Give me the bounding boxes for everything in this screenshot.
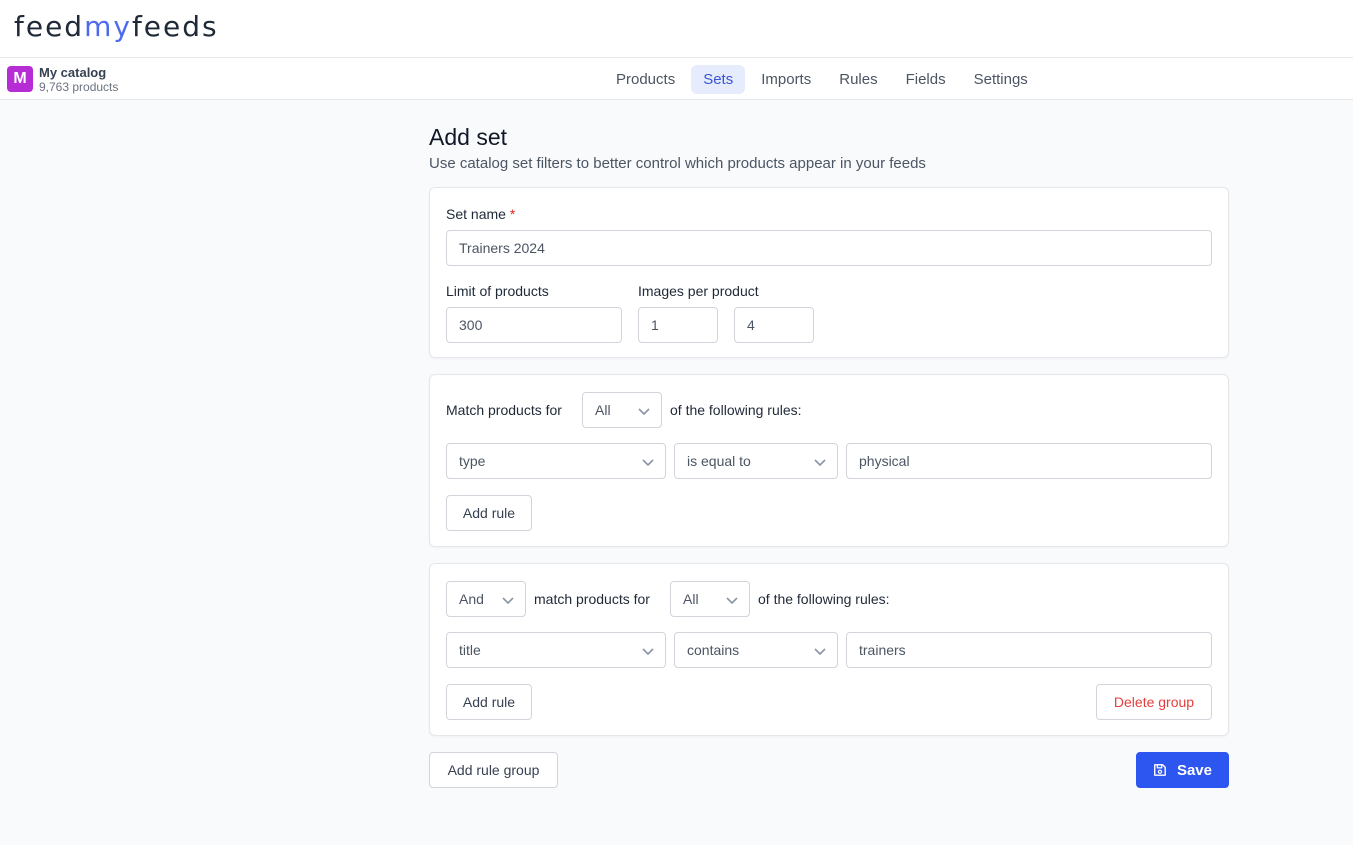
tab-rules[interactable]: Rules — [827, 65, 889, 94]
chevron-down-icon — [814, 459, 826, 467]
rule-operator-value: is equal to — [687, 453, 751, 469]
catalog-nav: M My catalog 9,763 products Products Set… — [0, 58, 1353, 100]
limit-input[interactable] — [446, 307, 622, 343]
match-suffix-text: of the following rules: — [758, 591, 890, 607]
catalog-name[interactable]: My catalog — [39, 65, 106, 80]
match-mode-select[interactable]: All — [670, 581, 750, 617]
set-name-label: Set name * — [446, 206, 516, 222]
required-mark: * — [509, 206, 516, 222]
chevron-down-icon — [814, 648, 826, 656]
delete-group-button[interactable]: Delete group — [1096, 684, 1212, 720]
images-max-input[interactable] — [734, 307, 814, 343]
match-prefix-text: match products for — [534, 591, 650, 607]
images-min-input[interactable] — [638, 307, 718, 343]
limit-label: Limit of products — [446, 283, 549, 299]
tab-imports[interactable]: Imports — [749, 65, 823, 94]
rule-operator-value: contains — [687, 642, 740, 658]
catalog-product-count: 9,763 products — [39, 80, 119, 94]
chevron-down-icon — [642, 459, 654, 467]
conjunction-value: And — [459, 591, 484, 607]
rule-group-1: Match products for All of the following … — [429, 374, 1229, 547]
add-rule-group-button[interactable]: Add rule group — [429, 752, 558, 788]
save-label: Save — [1176, 761, 1212, 779]
rule-group-2: And match products for All of the follow… — [429, 563, 1229, 736]
rule-field-select[interactable]: type — [446, 443, 666, 479]
match-mode-value: All — [683, 591, 699, 607]
images-per-product-label: Images per product — [638, 283, 759, 299]
chevron-down-icon — [638, 408, 650, 416]
match-mode-select[interactable]: All — [582, 392, 662, 428]
rule-value-input[interactable] — [846, 632, 1212, 668]
match-suffix-text: of the following rules: — [670, 402, 802, 418]
add-rule-button[interactable]: Add rule — [446, 495, 532, 531]
match-prefix-text: Match products for — [446, 402, 562, 418]
tab-products[interactable]: Products — [604, 65, 687, 94]
tab-fields[interactable]: Fields — [894, 65, 958, 94]
page-subtitle: Use catalog set filters to better contro… — [429, 155, 926, 172]
rule-field-value: type — [459, 453, 486, 469]
chevron-down-icon — [726, 597, 738, 605]
save-button[interactable]: Save — [1136, 752, 1229, 788]
conjunction-select[interactable]: And — [446, 581, 526, 617]
rule-field-select[interactable]: title — [446, 632, 666, 668]
rule-operator-select[interactable]: contains — [674, 632, 838, 668]
chevron-down-icon — [502, 597, 514, 605]
set-details-card: Set name * Limit of products Images per … — [429, 187, 1229, 358]
rule-value-input[interactable] — [846, 443, 1212, 479]
chevron-down-icon — [642, 648, 654, 656]
set-name-input[interactable] — [446, 230, 1212, 266]
tab-settings[interactable]: Settings — [962, 65, 1040, 94]
rule-field-value: title — [459, 642, 481, 658]
top-bar: feedmyfeeds — [0, 0, 1353, 58]
brand-logo[interactable]: feedmyfeeds — [14, 10, 219, 43]
page-title: Add set — [429, 124, 507, 150]
nav-tabs: Products Sets Imports Rules Fields Setti… — [604, 65, 1040, 94]
add-rule-button[interactable]: Add rule — [446, 684, 532, 720]
catalog-avatar[interactable]: M — [7, 66, 33, 92]
save-icon — [1154, 764, 1166, 776]
rule-operator-select[interactable]: is equal to — [674, 443, 838, 479]
tab-sets[interactable]: Sets — [691, 65, 746, 94]
match-mode-value: All — [595, 402, 611, 418]
